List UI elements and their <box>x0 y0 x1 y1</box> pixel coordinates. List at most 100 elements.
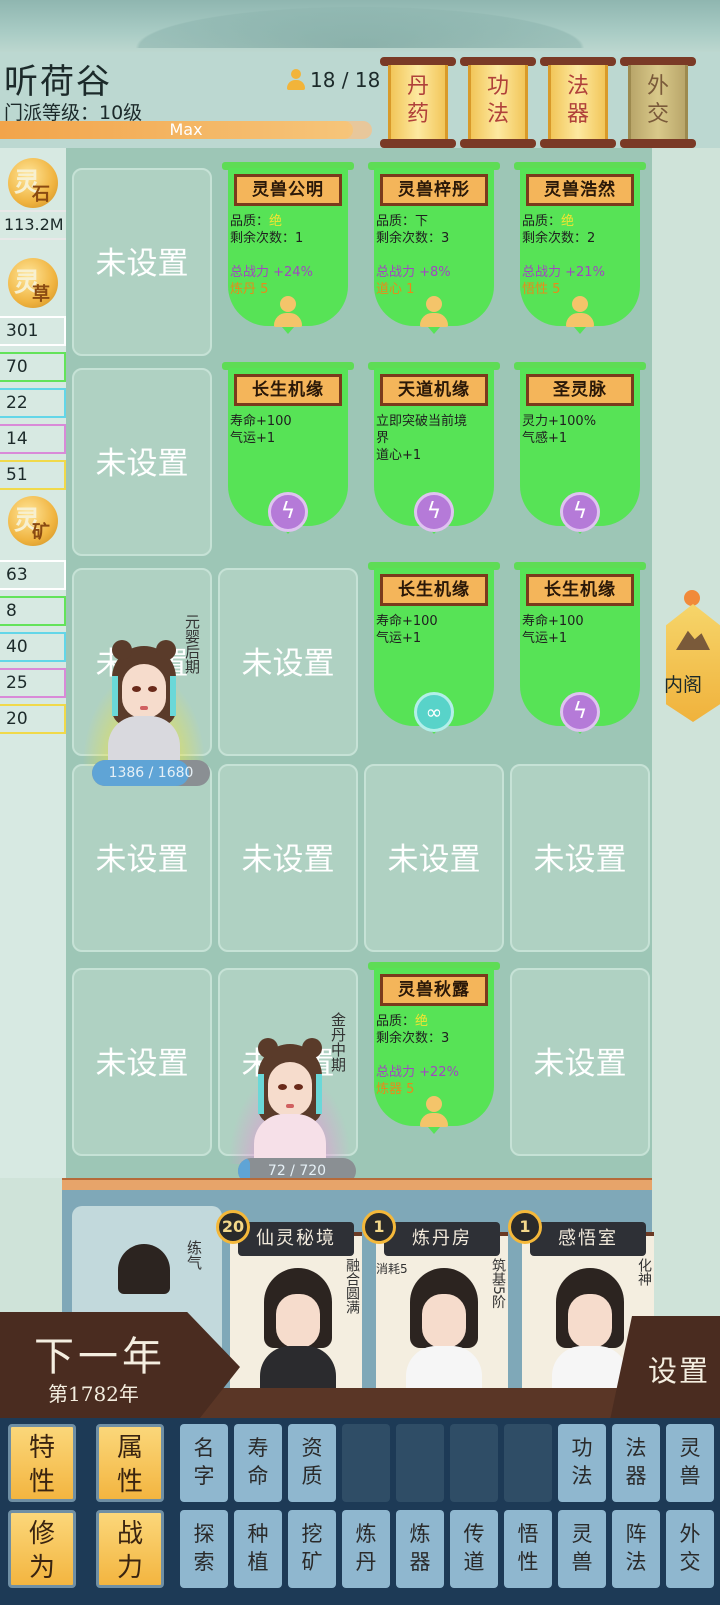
card-line: 气运+1 <box>522 631 568 646</box>
effect-card[interactable]: 灵兽秋露 品质：绝 剩余次数：3 总战力 +22% 炼器 5 <box>368 962 500 1148</box>
card-title: 灵兽梓彤 <box>380 174 488 206</box>
sort-button[interactable]: 悟 性 <box>504 1510 552 1588</box>
sort-button[interactable]: 寿 命 <box>234 1424 282 1502</box>
disciple-character[interactable]: 金丹中期 72 / 720 <box>228 1008 356 1184</box>
disciple-slot[interactable]: 未设置 <box>72 764 212 952</box>
scroll-button-1[interactable]: 丹 药 <box>380 57 456 149</box>
sort-button[interactable]: 阵 法 <box>612 1510 660 1588</box>
lightning-icon: ϟ <box>560 692 600 732</box>
card-line: 道心+1 <box>376 448 422 463</box>
card-title: 天道机缘 <box>380 374 488 406</box>
effect-card[interactable]: 灵兽浩然 品质：绝 剩余次数：2 总战力 +21% 悟性 5 <box>514 162 646 348</box>
sort-button[interactable]: 资 质 <box>288 1424 336 1502</box>
card-line: 立即突破当前境 <box>376 414 468 429</box>
card-title: 灵兽浩然 <box>526 174 634 206</box>
sort-button[interactable]: 战 力 <box>96 1510 164 1588</box>
scroll-button-4[interactable]: 外 交 <box>620 57 696 149</box>
card-title: 长生机缘 <box>234 374 342 406</box>
character-hair-bun <box>302 1038 322 1058</box>
card-line: 气运+1 <box>230 431 276 446</box>
card-line: 气感+1 <box>522 431 568 446</box>
building-side-text: 融合圆满 <box>344 1258 360 1314</box>
current-year: 第1782年 <box>48 1382 139 1406</box>
character-face <box>568 1294 612 1348</box>
slot-unset-label: 未设置 <box>95 842 189 878</box>
sort-button[interactable]: 种 植 <box>234 1510 282 1588</box>
sect-name: 听荷谷 <box>4 62 112 102</box>
herb-tier-3: 22 <box>0 388 66 418</box>
building-card[interactable]: 炼丹房 1 筑基5阶 消耗5 <box>362 1210 508 1392</box>
sect-level-bar: Max <box>0 121 372 139</box>
disciple-count-text: 18 / 18 <box>310 68 381 92</box>
scroll-button-label: 外 交 <box>646 74 669 127</box>
sort-button[interactable]: 属 性 <box>96 1424 164 1502</box>
building-title: 仙灵秘境 <box>238 1222 354 1256</box>
effect-card[interactable]: 长生机缘 寿命+100 气运+1 ϟ <box>514 562 646 748</box>
effect-card[interactable]: 圣灵脉 灵力+100% 气感+1 ϟ <box>514 362 646 548</box>
sort-button[interactable]: 修 为 <box>8 1510 76 1588</box>
person-icon <box>414 1092 454 1132</box>
ore-tier-4: 25 <box>0 668 66 698</box>
effect-card[interactable]: 灵兽公明 品质：绝 剩余次数：1 总战力 +24% 炼丹 5 <box>222 162 354 348</box>
slot-unset-label: 未设置 <box>241 646 335 682</box>
sort-button[interactable]: 炼 器 <box>396 1510 444 1588</box>
inner-cabinet-tab[interactable]: 内阁 <box>660 590 720 730</box>
herb-tier-1: 301 <box>0 316 66 346</box>
glyph: ϟ <box>572 699 588 724</box>
herb-tier-4: 14 <box>0 424 66 454</box>
effect-card[interactable]: 灵兽梓彤 品质：下 剩余次数：3 总战力 +8% 道心 1 <box>368 162 500 348</box>
sort-button[interactable]: 特 性 <box>8 1424 76 1502</box>
scroll-button-2[interactable]: 功 法 <box>460 57 536 149</box>
lightning-icon: ϟ <box>414 492 454 532</box>
building-level-badge: 1 <box>362 1210 396 1244</box>
disciple-slot[interactable]: 未设置 <box>72 168 212 356</box>
effect-card[interactable]: 长生机缘 寿命+100 气运+1 ∞ <box>368 562 500 748</box>
effect-card[interactable]: 长生机缘 寿命+100 气运+1 ϟ <box>222 362 354 548</box>
slot-unset-label: 未设置 <box>533 1046 627 1082</box>
sort-button[interactable]: 炼 丹 <box>342 1510 390 1588</box>
disciple-slot[interactable]: 未设置 <box>72 968 212 1156</box>
card-title: 灵兽秋露 <box>380 974 488 1006</box>
slot-unset-label: 未设置 <box>95 1046 189 1082</box>
disciple-slot[interactable]: 未设置 <box>510 764 650 952</box>
sort-button <box>396 1424 444 1502</box>
ore-tier-3: 40 <box>0 632 66 662</box>
character-eye <box>132 686 141 692</box>
building-character <box>552 1268 628 1392</box>
disciple-character[interactable]: 元婴后期 1386 / 1680 <box>82 610 210 786</box>
effect-card[interactable]: 天道机缘 立即突破当前境界道心+1 ϟ <box>368 362 500 548</box>
card-line: 剩余次数：1 <box>230 231 304 246</box>
sort-button[interactable]: 名 字 <box>180 1424 228 1502</box>
building-card[interactable]: 仙灵秘境 20 融合圆满 <box>216 1210 362 1392</box>
glyph: ϟ <box>280 499 296 524</box>
disciple-count[interactable]: 18 / 18 <box>286 68 380 92</box>
character-eye <box>294 1084 303 1090</box>
hp-text: 72 / 720 <box>267 1163 327 1179</box>
sort-button <box>450 1424 498 1502</box>
scroll-button-3[interactable]: 法 器 <box>540 57 616 149</box>
building-character <box>260 1268 336 1392</box>
sort-button[interactable]: 传 道 <box>450 1510 498 1588</box>
disciple-slot[interactable]: 未设置 <box>364 764 504 952</box>
sort-button[interactable]: 挖 矿 <box>288 1510 336 1588</box>
disciple-slot[interactable]: 未设置 <box>72 368 212 556</box>
sort-button[interactable]: 功 法 <box>558 1424 606 1502</box>
character-hair-bun <box>258 1038 278 1058</box>
card-title: 圣灵脉 <box>526 374 634 406</box>
hp-text: 1386 / 1680 <box>108 765 194 781</box>
building-level-badge: 20 <box>216 1210 250 1244</box>
sort-button[interactable]: 灵 兽 <box>666 1424 714 1502</box>
disciple-slot[interactable]: 未设置 <box>218 764 358 952</box>
card-title: 长生机缘 <box>380 574 488 606</box>
character-mouth <box>140 706 148 710</box>
sort-button[interactable]: 探 索 <box>180 1510 228 1588</box>
sort-button[interactable]: 外 交 <box>666 1510 714 1588</box>
sort-button[interactable]: 灵 兽 <box>558 1510 606 1588</box>
disciple-slot[interactable]: 未设置 <box>218 568 358 756</box>
scroll-button-label: 法 器 <box>566 74 589 127</box>
disciple-slot[interactable]: 未设置 <box>510 968 650 1156</box>
scroll-rod <box>540 139 616 148</box>
sort-button[interactable]: 法 器 <box>612 1424 660 1502</box>
card-line: 剩余次数：3 <box>376 231 450 246</box>
sort-button <box>504 1424 552 1502</box>
